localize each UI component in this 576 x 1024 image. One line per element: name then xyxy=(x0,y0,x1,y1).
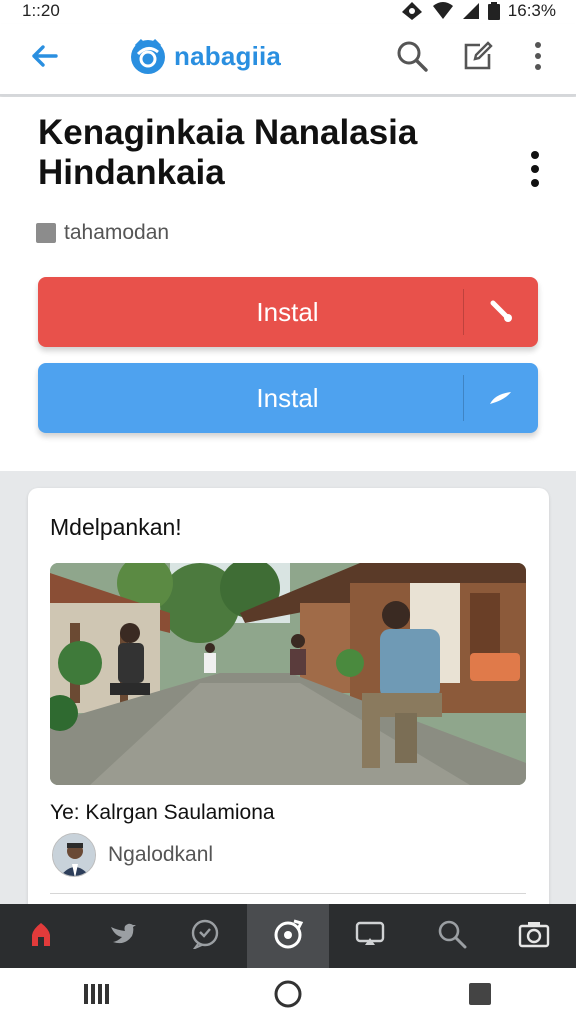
app-header-section: Kenaginkaia Nanalasia Hindankaia tahamod… xyxy=(0,97,576,471)
more-vert-icon xyxy=(533,41,543,76)
subtitle-text: tahamodan xyxy=(64,221,170,244)
title-more-button[interactable] xyxy=(520,149,550,193)
battery-icon xyxy=(487,2,500,20)
install-label: Instal xyxy=(256,382,319,413)
tab-cast[interactable] xyxy=(329,904,411,968)
back-arrow-icon xyxy=(30,44,58,73)
more-button[interactable] xyxy=(520,40,556,76)
install-button-secondary[interactable]: Instal xyxy=(38,363,538,433)
location-icon xyxy=(400,1,424,21)
back-button-system[interactable] xyxy=(458,974,502,1018)
chat-heart-icon xyxy=(190,919,220,954)
search-button[interactable] xyxy=(394,40,430,76)
page-title: Kenaginkaia Nanalasia Hindankaia xyxy=(38,113,418,192)
status-icons: 16:3% xyxy=(400,1,556,21)
status-time: 1::20 xyxy=(22,1,60,20)
brand-logo-icon xyxy=(128,36,168,76)
brand-name: nabagiia xyxy=(174,40,282,71)
tab-camera[interactable] xyxy=(493,904,575,968)
edit-button[interactable] xyxy=(460,40,496,76)
brand[interactable]: nabagiia xyxy=(128,36,281,76)
system-navigation-bar xyxy=(0,968,576,1024)
category-icon xyxy=(36,223,56,243)
tab-home[interactable] xyxy=(0,904,82,968)
wrench-icon xyxy=(464,277,538,347)
tab-bird[interactable] xyxy=(82,904,164,968)
camera-icon xyxy=(518,920,550,953)
tab-search[interactable] xyxy=(411,904,493,968)
battery-percent: 16:3% xyxy=(507,1,556,20)
card-photo[interactable] xyxy=(50,563,526,785)
author-row[interactable]: Ngalodkanl xyxy=(52,833,213,877)
back-button[interactable] xyxy=(26,40,62,76)
search-icon xyxy=(396,40,428,77)
feed-card[interactable]: Mdelpankan! Ye: Kalrgan Saulamiona Ngalo… xyxy=(28,488,549,928)
pen-icon xyxy=(464,363,538,433)
signal-icon xyxy=(462,2,480,20)
subtitle: tahamodan xyxy=(36,221,169,245)
wifi-icon xyxy=(432,2,454,20)
search-icon xyxy=(437,919,467,954)
bird-icon xyxy=(109,922,137,951)
tab-chat[interactable] xyxy=(164,904,246,968)
bottom-tab-bar xyxy=(0,904,576,968)
install-label: Instal xyxy=(256,296,319,327)
edit-icon xyxy=(462,40,494,77)
refresh-target-icon xyxy=(272,918,304,955)
status-bar: 1::20 16:3% xyxy=(0,0,576,24)
home-icon xyxy=(29,921,53,952)
card-heading: Mdelpankan! xyxy=(50,514,182,540)
card-caption: Ye: Kalrgan Saulamiona xyxy=(50,801,275,824)
tab-refresh[interactable] xyxy=(246,904,329,968)
avatar[interactable] xyxy=(52,833,96,877)
recents-icon xyxy=(82,982,110,1011)
home-button[interactable] xyxy=(266,974,310,1018)
home-circle-icon xyxy=(273,979,303,1014)
recents-button[interactable] xyxy=(74,974,118,1018)
install-button-primary[interactable]: Instal xyxy=(38,277,538,347)
app-bar: nabagiia xyxy=(0,24,576,96)
author-name: Ngalodkanl xyxy=(108,843,214,866)
back-square-icon xyxy=(468,982,492,1011)
cast-icon xyxy=(355,921,385,952)
more-vert-icon xyxy=(530,149,540,194)
screen: 1::20 16:3% nabagiia Kenaginkaia Nanalas… xyxy=(0,0,576,1024)
card-divider xyxy=(50,893,526,894)
